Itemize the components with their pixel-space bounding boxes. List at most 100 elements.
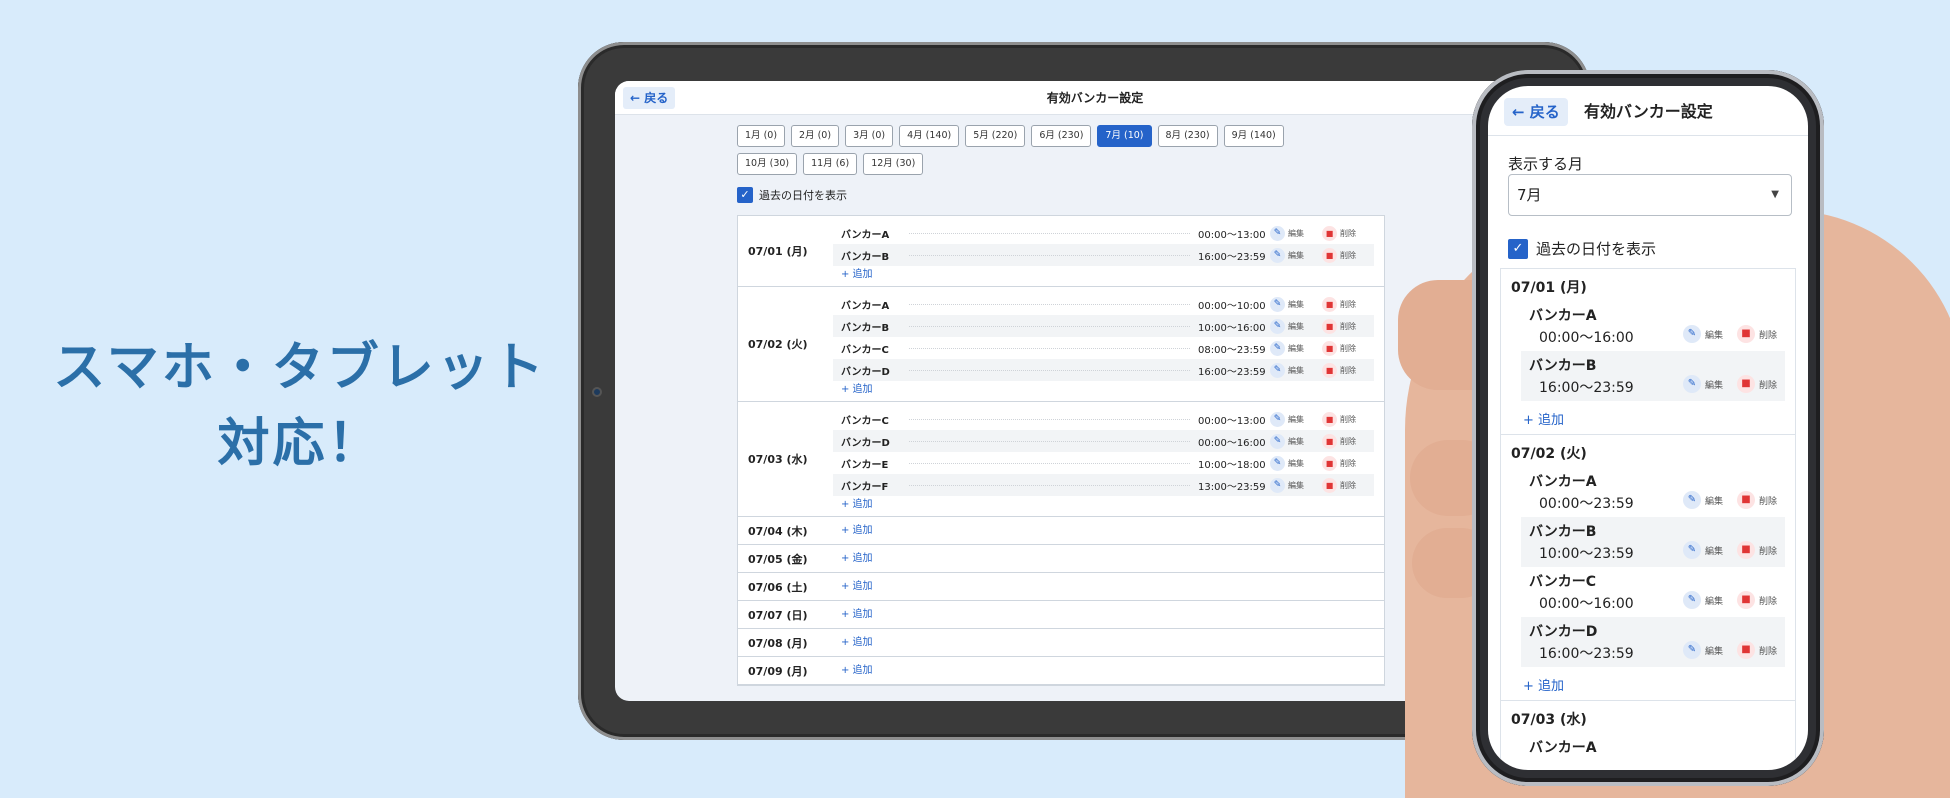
bunker-entry: バンカーD 00:00〜16:00 ✎ 編集 ■ 削除 (833, 430, 1374, 452)
show-past-toggle[interactable]: ✓ 過去の日付を表示 (737, 187, 847, 203)
edit-label: 編集 (1288, 228, 1304, 238)
month-tab[interactable]: 7月 (10) (1097, 125, 1152, 147)
edit-button[interactable]: ✎ 編集 (1682, 591, 1723, 609)
month-tab[interactable]: 4月 (140) (899, 125, 960, 147)
delete-button[interactable]: ■ 削除 (1322, 318, 1374, 334)
day-row: 07/04 (木) + 追加 (738, 517, 1384, 545)
delete-button[interactable]: ■ 削除 (1322, 455, 1374, 471)
month-tab[interactable]: 10月 (30) (737, 153, 798, 175)
day-card: 07/01 (月) バンカーA 00:00〜16:00 ✎ 編集 ■ 削除 バンカーB 16:0… (1500, 268, 1796, 434)
delete-button[interactable]: ■ 削除 (1322, 225, 1374, 241)
add-button[interactable]: + 追加 (833, 578, 1384, 596)
bunker-entry: バンカーC 08:00〜23:59 ✎ 編集 ■ 削除 (833, 337, 1374, 359)
bunker-name: バンカーA (841, 300, 890, 312)
back-button[interactable]: ← 戻る (1504, 98, 1568, 126)
pencil-icon: ✎ (1682, 641, 1701, 659)
delete-button[interactable]: ■ 削除 (1736, 541, 1777, 559)
trash-icon: ■ (1322, 225, 1337, 241)
edit-button[interactable]: ✎ 編集 (1270, 362, 1322, 378)
edit-label: 編集 (1288, 343, 1304, 353)
month-tab[interactable]: 8月 (230) (1157, 125, 1218, 147)
month-tab[interactable]: 6月 (230) (1031, 125, 1092, 147)
edit-button[interactable]: ✎ 編集 (1270, 411, 1322, 427)
bunker-name: バンカーB (841, 322, 890, 334)
day-card: 07/03 (水) バンカーA (1500, 700, 1796, 770)
month-tab[interactable]: 5月 (220) (965, 125, 1026, 147)
edit-button[interactable]: ✎ 編集 (1270, 455, 1322, 471)
delete-button[interactable]: ■ 削除 (1322, 477, 1374, 493)
bunker-time: 16:00〜23:59 (1198, 251, 1266, 263)
pencil-icon: ✎ (1270, 247, 1285, 263)
day-row: 07/05 (金) + 追加 (738, 545, 1384, 573)
edit-button[interactable]: ✎ 編集 (1270, 296, 1322, 312)
edit-button[interactable]: ✎ 編集 (1270, 477, 1322, 493)
add-button[interactable]: + 追加 (833, 496, 1374, 514)
delete-button[interactable]: ■ 削除 (1322, 433, 1374, 449)
edit-button[interactable]: ✎ 編集 (1270, 433, 1322, 449)
edit-label: 編集 (1288, 250, 1304, 260)
edit-button[interactable]: ✎ 編集 (1270, 340, 1322, 356)
month-tab[interactable]: 9月 (140) (1223, 125, 1284, 147)
delete-button[interactable]: ■ 削除 (1322, 247, 1374, 263)
month-tab[interactable]: 2月 (0) (791, 125, 840, 147)
trash-icon: ■ (1322, 340, 1337, 356)
edit-label: 編集 (1704, 596, 1723, 607)
delete-button[interactable]: ■ 削除 (1736, 325, 1777, 343)
entry-actions: ✎ 編集 ■ 削除 (1682, 375, 1777, 393)
add-button[interactable]: + 追加 (833, 606, 1384, 624)
add-button[interactable]: + 追加 (833, 662, 1384, 680)
edit-label: 編集 (1704, 380, 1723, 391)
bunker-entry: バンカーB 16:00〜23:59 ✎ 編集 ■ 削除 (833, 244, 1374, 266)
month-select[interactable]: 7月 ▼ (1508, 174, 1792, 216)
headline-line1: スマホ・タブレット (53, 338, 547, 398)
phone-screen: ← 戻る 有効バンカー設定 表示する月 7月 ▼ ✓ 過去の日付を表示 07/0… (1488, 86, 1808, 770)
edit-button[interactable]: ✎ 編集 (1682, 541, 1723, 559)
show-past-toggle[interactable]: ✓ 過去の日付を表示 (1508, 238, 1656, 259)
add-button[interactable]: + 追加 (1501, 675, 1795, 694)
delete-button[interactable]: ■ 削除 (1736, 591, 1777, 609)
delete-label: 削除 (1340, 458, 1356, 468)
bunker-name: バンカーC (841, 344, 889, 356)
checkbox-checked-icon[interactable]: ✓ (737, 187, 753, 203)
month-tab[interactable]: 12月 (30) (863, 153, 924, 175)
edit-label: 編集 (1288, 321, 1304, 331)
delete-button[interactable]: ■ 削除 (1736, 641, 1777, 659)
edit-button[interactable]: ✎ 編集 (1270, 247, 1322, 263)
pencil-icon: ✎ (1270, 411, 1285, 427)
month-tabs: 1月 (0) 2月 (0) 3月 (0) 4月 (140) 5月 (220) 6月 (23… (737, 125, 1297, 175)
delete-button[interactable]: ■ 削除 (1322, 340, 1374, 356)
edit-button[interactable]: ✎ 編集 (1270, 318, 1322, 334)
add-button[interactable]: + 追加 (1501, 409, 1795, 428)
edit-button[interactable]: ✎ 編集 (1270, 225, 1322, 241)
edit-button[interactable]: ✎ 編集 (1682, 641, 1723, 659)
add-button[interactable]: + 追加 (833, 266, 1374, 284)
delete-button[interactable]: ■ 削除 (1736, 375, 1777, 393)
day-entries: バンカーA 00:00〜10:00 ✎ 編集 ■ 削除バンカーB 10:00〜16:00 ✎ 編… (833, 287, 1384, 401)
add-button[interactable]: + 追加 (833, 634, 1384, 652)
month-tab[interactable]: 3月 (0) (845, 125, 894, 147)
delete-button[interactable]: ■ 削除 (1322, 296, 1374, 312)
bunker-time: 10:00〜16:00 (1198, 322, 1266, 334)
delete-button[interactable]: ■ 削除 (1322, 362, 1374, 378)
checkbox-checked-icon[interactable]: ✓ (1508, 238, 1528, 259)
add-button[interactable]: + 追加 (833, 381, 1374, 399)
pencil-icon: ✎ (1270, 225, 1285, 241)
edit-button[interactable]: ✎ 編集 (1682, 325, 1723, 343)
month-tab[interactable]: 11月 (6) (803, 153, 858, 175)
month-tab[interactable]: 1月 (0) (737, 125, 786, 147)
delete-label: 削除 (1340, 480, 1356, 490)
month-select-label: 表示する月 (1508, 155, 1584, 173)
delete-label: 削除 (1758, 496, 1777, 507)
edit-label: 編集 (1288, 365, 1304, 375)
leader-line (909, 347, 1190, 349)
delete-label: 削除 (1758, 596, 1777, 607)
bunker-time: 00:00〜13:00 (1198, 415, 1266, 427)
edit-button[interactable]: ✎ 編集 (1682, 375, 1723, 393)
add-button[interactable]: + 追加 (833, 522, 1384, 540)
delete-button[interactable]: ■ 削除 (1322, 411, 1374, 427)
edit-button[interactable]: ✎ 編集 (1682, 491, 1723, 509)
add-button[interactable]: + 追加 (833, 550, 1384, 568)
bunker-entry: バンカーA 00:00〜10:00 ✎ 編集 ■ 削除 (833, 293, 1374, 315)
show-past-label: 過去の日付を表示 (759, 189, 847, 202)
delete-button[interactable]: ■ 削除 (1736, 491, 1777, 509)
